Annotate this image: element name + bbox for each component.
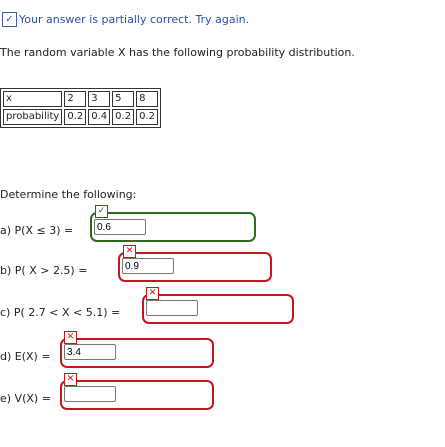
probability-value: 0.2 <box>112 109 135 125</box>
question-d-input[interactable] <box>64 344 116 360</box>
incorrect-x-icon: ✕ <box>64 373 77 386</box>
question-c-input[interactable] <box>146 300 198 316</box>
feedback-message: Your answer is partially correct. Try ag… <box>19 12 250 26</box>
question-b: b) P( X > 2.5) = <box>0 264 87 277</box>
question-e-label: e) V(X) = <box>0 392 51 405</box>
x-value: 5 <box>112 91 135 107</box>
probability-row-label: probability <box>3 109 63 125</box>
question-c-label: c) P( 2.7 < X < 5.1) = <box>0 306 121 319</box>
probability-value: 0.4 <box>88 109 111 125</box>
instruction-text: Determine the following: <box>0 188 137 201</box>
incorrect-x-icon: ✕ <box>123 245 136 258</box>
question-a-input[interactable] <box>94 219 146 235</box>
question-b-label: b) P( X > 2.5) = <box>0 264 88 277</box>
question-d-label: d) E(X) = <box>0 350 51 363</box>
probability-value: 0.2 <box>136 109 158 125</box>
feedback-banner: ✓ Your answer is partially correct. Try … <box>0 10 249 28</box>
question-e-input[interactable] <box>64 386 116 402</box>
probability-value: 0.2 <box>64 109 87 125</box>
question-c: c) P( 2.7 < X < 5.1) = <box>0 306 120 319</box>
correct-check-icon: ✓ <box>95 205 108 218</box>
question-b-input[interactable] <box>122 258 174 274</box>
x-value: 8 <box>136 91 158 107</box>
partial-credit-icon: ✓ <box>2 11 17 27</box>
x-value: 3 <box>88 91 111 107</box>
probability-table: x 2 3 5 8 probability 0.2 0.4 0.2 0.2 <box>0 88 161 128</box>
problem-intro: The random variable X has the following … <box>0 46 355 59</box>
question-d: d) E(X) = <box>0 350 51 363</box>
x-value: 2 <box>64 91 87 107</box>
incorrect-x-icon: ✕ <box>64 331 77 344</box>
question-e: e) V(X) = <box>0 392 51 405</box>
question-a: a) P(X ≤ 3) = <box>0 224 73 237</box>
x-row-label: x <box>3 91 63 107</box>
incorrect-x-icon: ✕ <box>146 287 159 300</box>
question-a-label: a) P(X ≤ 3) = <box>0 224 74 237</box>
